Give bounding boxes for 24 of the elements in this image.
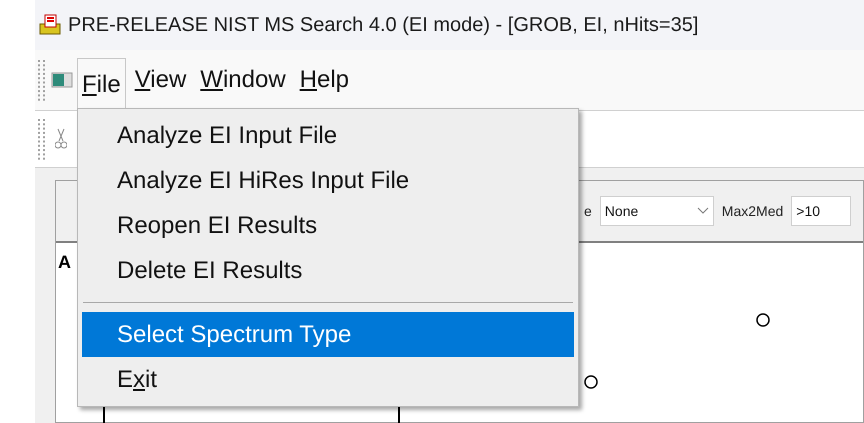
menu-item[interactable]: View: [130, 57, 192, 103]
menu-option[interactable]: Analyze EI Input File: [82, 113, 574, 158]
max2med-label: Max2Med: [722, 202, 784, 220]
document-icon[interactable]: [51, 72, 73, 88]
plot-label: A: [58, 251, 71, 274]
type-select[interactable]: None: [600, 196, 714, 226]
menu-item[interactable]: Help: [294, 57, 354, 103]
menu-option[interactable]: Delete EI Results: [82, 248, 574, 293]
menu-item[interactable]: Window: [195, 57, 291, 103]
data-point-icon: [584, 375, 598, 389]
data-point-icon: [756, 313, 770, 327]
menu-option[interactable]: Analyze EI HiRes Input File: [82, 158, 574, 203]
app-icon: [38, 14, 62, 36]
chevron-down-icon: [696, 207, 709, 215]
filter-label: e: [584, 202, 592, 220]
scissors-icon[interactable]: [55, 128, 67, 150]
menu-option[interactable]: Reopen EI Results: [82, 203, 574, 248]
window-title: PRE-RELEASE NIST MS Search 4.0 (EI mode) - [GROB, EI, nHits=35]: [68, 13, 698, 38]
menu-option[interactable]: Select Spectrum Type: [82, 312, 574, 357]
toolbar-grip-icon[interactable]: [37, 117, 47, 161]
menu-option[interactable]: Exit: [82, 357, 574, 402]
max2med-field[interactable]: >10: [791, 196, 852, 226]
menu-item[interactable]: File: [77, 58, 126, 110]
toolbar-grip-icon[interactable]: [37, 58, 47, 102]
